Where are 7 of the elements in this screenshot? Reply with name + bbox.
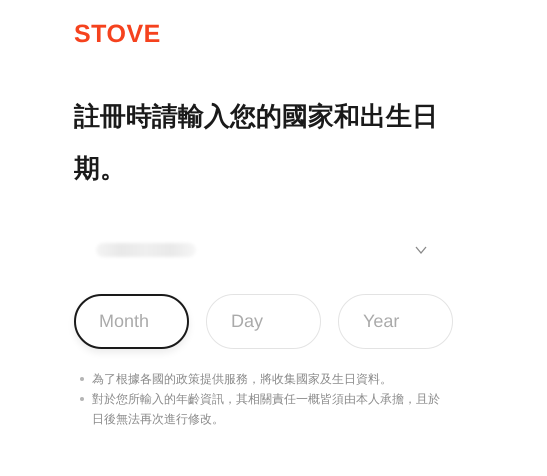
stove-logo[interactable]: STOVE — [74, 20, 161, 48]
bullet-icon — [80, 377, 84, 381]
bullet-icon — [80, 397, 84, 401]
date-input-field[interactable]: Month — [74, 294, 189, 349]
note-text: 對於您所輸入的年齡資訊，其相關責任一概皆須由本人承擔，且於日後無法再次進行修改。 — [92, 391, 441, 428]
page-heading: 註冊時請輸入您的國家和出生日期。 — [74, 100, 439, 185]
note-text: 為了根據各國的政策提供服務，將收集國家及生日資料。 — [92, 371, 392, 388]
